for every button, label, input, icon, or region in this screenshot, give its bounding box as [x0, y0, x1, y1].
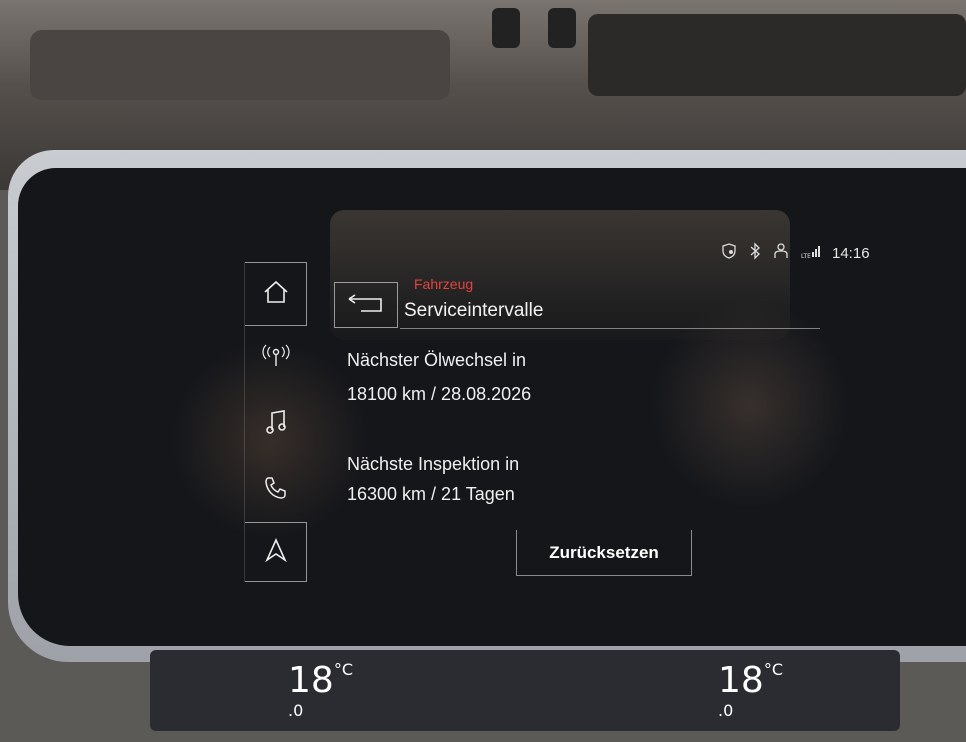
- air-vent-right: [588, 14, 966, 96]
- svg-text:LTE: LTE: [801, 253, 811, 260]
- navigation-icon: [264, 537, 288, 567]
- inspection-value: 16300 km / 21 Tagen: [347, 484, 515, 504]
- radio-icon: [261, 343, 291, 373]
- back-arrow-icon: [345, 291, 387, 319]
- page-title: Serviceintervalle: [404, 300, 544, 321]
- oil-change-value: 18100 km / 28.08.2026: [347, 384, 532, 404]
- right-temp-decimal: .0: [718, 701, 734, 720]
- home-icon: [262, 279, 290, 309]
- inspection-label: Nächste Inspektion in: [347, 454, 520, 474]
- left-temp-value: 18: [288, 660, 334, 701]
- reset-button[interactable]: Zurücksetzen: [516, 530, 692, 576]
- climate-panel: [150, 650, 900, 731]
- shield-location-icon: [720, 242, 738, 264]
- breadcrumb[interactable]: Fahrzeug: [414, 276, 473, 292]
- phone-icon: [263, 475, 289, 505]
- left-temp-decimal: .0: [288, 701, 304, 720]
- air-vent-left: [30, 30, 450, 100]
- left-temp-unit: °C: [333, 660, 353, 679]
- sidebar: [244, 262, 307, 582]
- right-temp-unit: °C: [763, 660, 783, 679]
- vent-knob-right: [548, 8, 576, 48]
- sidebar-item-navigation[interactable]: [245, 522, 307, 582]
- right-temp-value: 18: [718, 660, 764, 701]
- bluetooth-icon: [748, 242, 762, 264]
- vent-knob-left: [492, 8, 520, 48]
- sidebar-item-phone[interactable]: [245, 460, 307, 520]
- oil-change-label: Nächster Ölwechsel in: [347, 350, 527, 370]
- left-temperature[interactable]: 18°C .0: [288, 660, 353, 742]
- sidebar-item-home[interactable]: [245, 262, 307, 326]
- right-temperature[interactable]: 18°C .0: [718, 660, 783, 742]
- sidebar-item-media[interactable]: [245, 394, 307, 454]
- sidebar-item-radio[interactable]: [245, 328, 307, 388]
- profile-icon: [772, 242, 790, 264]
- music-note-icon: [264, 408, 288, 440]
- back-button[interactable]: [334, 282, 398, 328]
- page-header: Fahrzeug Serviceintervalle: [400, 276, 820, 329]
- clock: 14:16: [832, 244, 870, 262]
- status-bar: LTE 14:16: [720, 240, 870, 266]
- reflection-hand-right: [650, 300, 850, 510]
- lte-signal-icon: LTE: [800, 242, 822, 264]
